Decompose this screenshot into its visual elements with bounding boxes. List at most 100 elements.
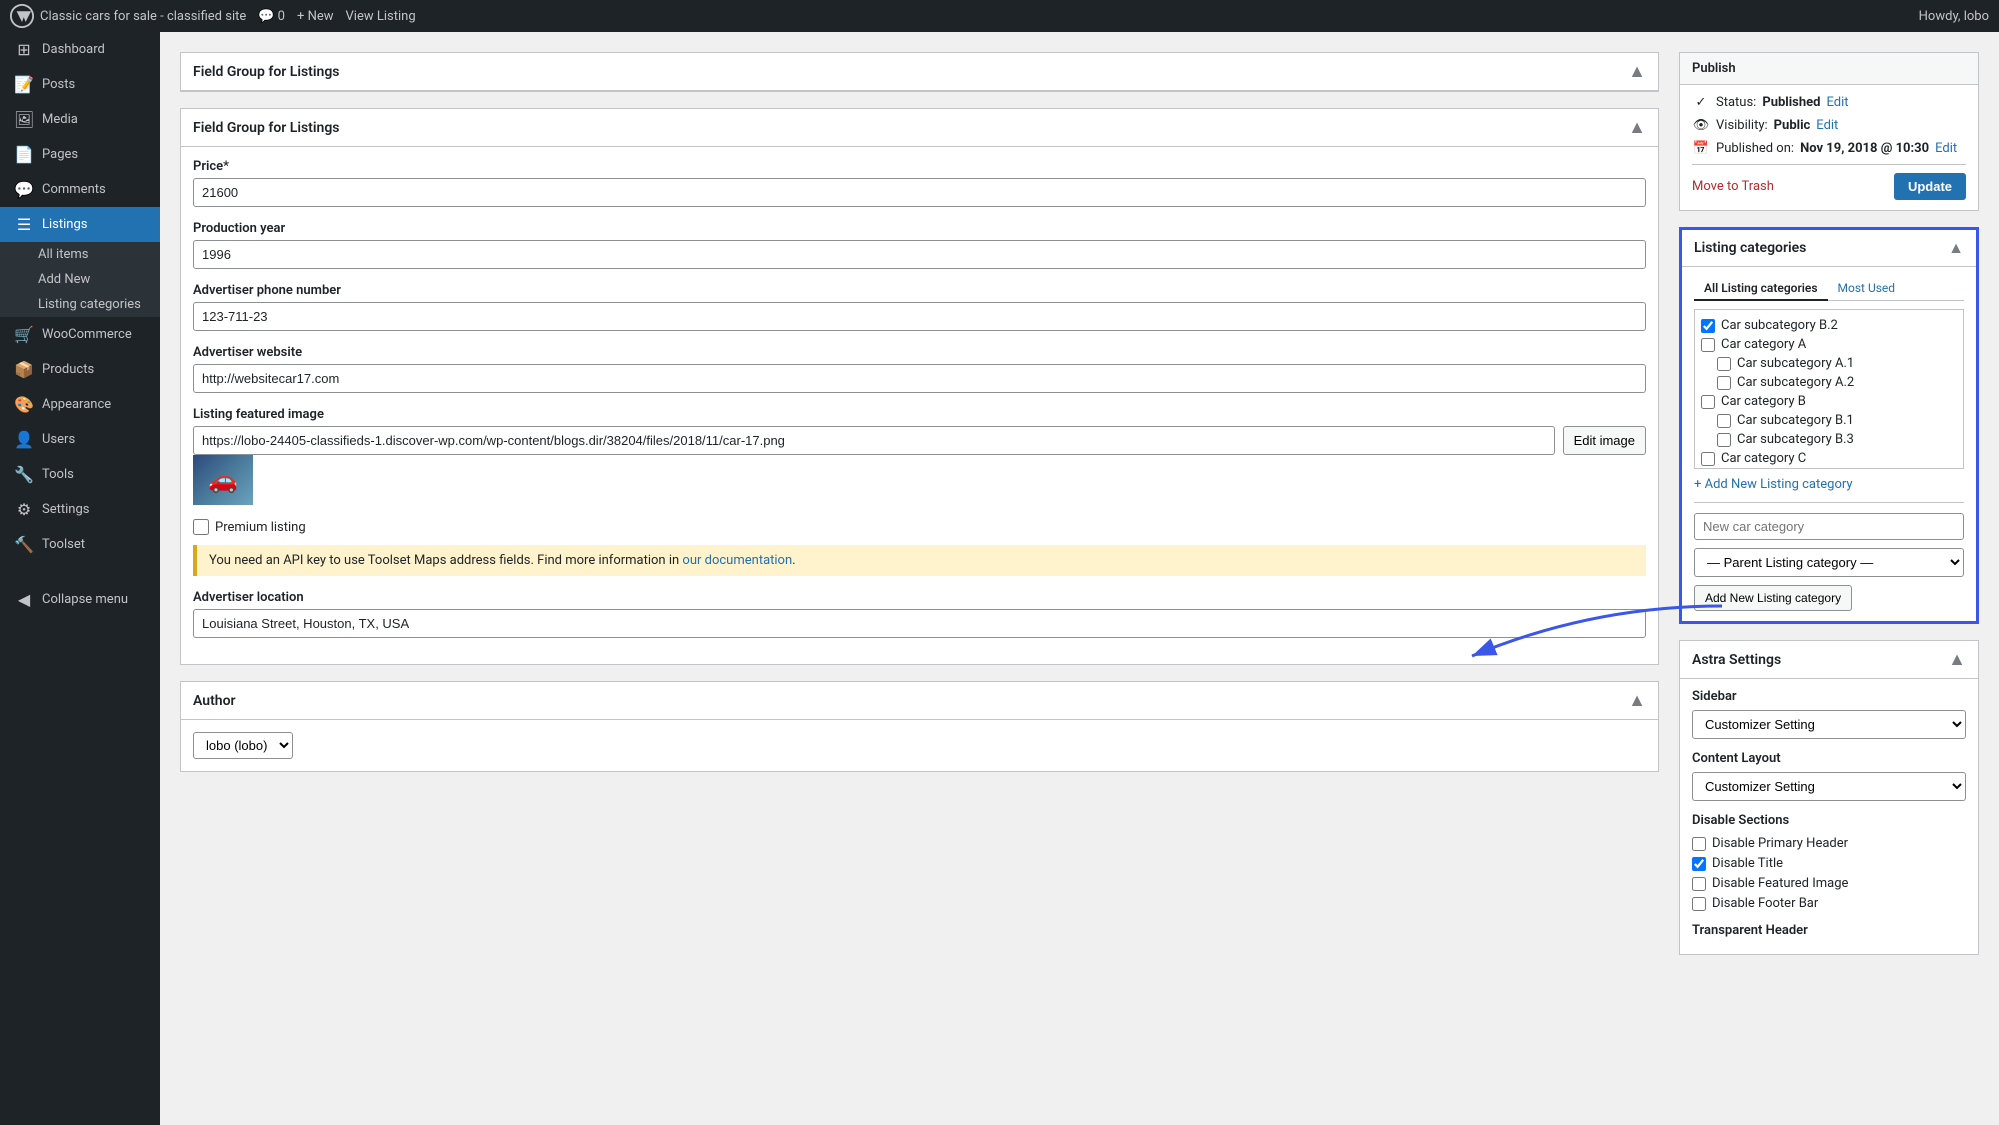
sidebar-item-dashboard[interactable]: ⊞ Dashboard xyxy=(0,32,160,67)
sidebar-item-collapse[interactable]: ◀ Collapse menu xyxy=(0,582,160,617)
edit-image-button[interactable]: Edit image xyxy=(1563,426,1646,455)
astra-settings-body: Sidebar Customizer Setting Content Layou… xyxy=(1680,679,1978,954)
dashboard-icon: ⊞ xyxy=(14,40,34,59)
cat-checkbox-sub-b2[interactable] xyxy=(1701,319,1715,333)
disable-title-checkbox[interactable] xyxy=(1692,857,1706,871)
add-category-form: — Parent Listing category — Add New List… xyxy=(1694,502,1964,611)
author-select[interactable]: lobo (lobo) xyxy=(193,732,293,759)
visibility-value: Public xyxy=(1774,118,1811,133)
collapse-icon: ◀ xyxy=(14,590,34,609)
move-to-trash-button[interactable]: Move to Trash xyxy=(1692,179,1774,194)
field-group-header[interactable]: Field Group for Listings ▲ xyxy=(181,109,1658,147)
publish-box-header: Publish xyxy=(1680,53,1978,85)
car-image-preview xyxy=(193,455,253,505)
field-group-header-top[interactable]: Field Group for Listings ▲ xyxy=(181,53,1658,91)
disable-featured-image-checkbox[interactable] xyxy=(1692,877,1706,891)
view-listing-link[interactable]: View Listing xyxy=(346,9,416,24)
location-field: Advertiser location xyxy=(193,590,1646,638)
comments-icon: 💬 xyxy=(14,180,34,199)
cat-checkbox-sub-a2[interactable] xyxy=(1717,376,1731,390)
disable-primary-header-checkbox[interactable] xyxy=(1692,837,1706,851)
sidebar-select[interactable]: Customizer Setting xyxy=(1692,710,1966,739)
field-group-toggle-top[interactable]: ▲ xyxy=(1628,61,1646,82)
published-edit-link[interactable]: Edit xyxy=(1935,141,1957,156)
sidebar-item-appearance[interactable]: 🎨 Appearance xyxy=(0,387,160,422)
cat-label-cat-c: Car category C xyxy=(1721,451,1806,466)
sidebar-item-listings: ☰ Listings All items Add New Listing cat… xyxy=(0,207,160,317)
submenu-add-new[interactable]: Add New xyxy=(0,267,160,292)
sidebar-item-products[interactable]: 📦 Products xyxy=(0,352,160,387)
publish-actions: Move to Trash Update xyxy=(1692,164,1966,200)
astra-toggle[interactable]: ▲ xyxy=(1948,649,1966,670)
tab-most-used[interactable]: Most Used xyxy=(1828,277,1906,301)
visibility-row: 👁 Visibility: Public Edit xyxy=(1692,118,1966,133)
settings-icon: ⚙ xyxy=(14,500,34,519)
cat-item-cat-c: Car category C xyxy=(1701,449,1957,468)
sidebar-item-posts[interactable]: 📝 Posts xyxy=(0,67,160,102)
author-title: Author xyxy=(193,693,236,709)
author-toggle[interactable]: ▲ xyxy=(1628,690,1646,711)
comments-count[interactable]: 💬 0 xyxy=(258,9,285,24)
sidebar-item-toolset[interactable]: 🔨 Toolset xyxy=(0,527,160,562)
sidebar-item-media[interactable]: 🖼 Media xyxy=(0,102,160,137)
disable-primary-header-row: Disable Primary Header xyxy=(1692,836,1966,851)
site-name[interactable]: Classic cars for sale - classified site xyxy=(40,9,246,24)
premium-checkbox[interactable] xyxy=(193,519,209,535)
category-tabs: All Listing categories Most Used xyxy=(1694,277,1964,301)
add-new-listing-category-button[interactable]: Add New Listing category xyxy=(1694,585,1852,611)
cat-label-sub-b1: Car subcategory B.1 xyxy=(1737,413,1854,428)
listing-categories-header[interactable]: Listing categories ▲ xyxy=(1682,230,1976,267)
submenu-all-items[interactable]: All items xyxy=(0,242,160,267)
cat-checkbox-cat-c[interactable] xyxy=(1701,452,1715,466)
cat-checkbox-cat-a[interactable] xyxy=(1701,338,1715,352)
sidebar-item-comments[interactable]: 💬 Comments xyxy=(0,172,160,207)
cat-checkbox-sub-a1[interactable] xyxy=(1717,357,1731,371)
update-button[interactable]: Update xyxy=(1894,173,1966,200)
sidebar-label-products: Products xyxy=(42,362,94,377)
website-label: Advertiser website xyxy=(193,345,1646,360)
sidebar-label-pages: Pages xyxy=(42,147,78,162)
phone-input[interactable] xyxy=(193,302,1646,331)
disable-footer-bar-checkbox[interactable] xyxy=(1692,897,1706,911)
new-button[interactable]: + New xyxy=(297,9,334,24)
products-icon: 📦 xyxy=(14,360,34,379)
website-field: Advertiser website xyxy=(193,345,1646,393)
notice-link[interactable]: our documentation xyxy=(682,553,792,568)
author-header[interactable]: Author ▲ xyxy=(181,682,1658,720)
featured-image-input[interactable] xyxy=(193,426,1555,455)
production-year-input[interactable] xyxy=(193,240,1646,269)
sidebar-item-tools[interactable]: 🔧 Tools xyxy=(0,457,160,492)
field-group-toggle[interactable]: ▲ xyxy=(1628,117,1646,138)
sidebar-item-settings[interactable]: ⚙ Settings xyxy=(0,492,160,527)
cat-checkbox-cat-b[interactable] xyxy=(1701,395,1715,409)
new-category-input[interactable] xyxy=(1694,513,1964,540)
visibility-edit-link[interactable]: Edit xyxy=(1816,118,1838,133)
disable-primary-header-label: Disable Primary Header xyxy=(1712,836,1848,851)
status-edit-link[interactable]: Edit xyxy=(1826,95,1848,110)
tools-icon: 🔧 xyxy=(14,465,34,484)
sidebar-item-pages[interactable]: 📄 Pages xyxy=(0,137,160,172)
cat-checkbox-sub-b3[interactable] xyxy=(1717,433,1731,447)
content-layout-select[interactable]: Customizer Setting xyxy=(1692,772,1966,801)
submenu-listing-categories[interactable]: Listing categories xyxy=(0,292,160,317)
sidebar-listings-top[interactable]: ☰ Listings xyxy=(0,207,160,242)
pages-icon: 📄 xyxy=(14,145,34,164)
listing-categories-toggle[interactable]: ▲ xyxy=(1948,238,1964,258)
price-input[interactable] xyxy=(193,178,1646,207)
cat-checkbox-sub-b1[interactable] xyxy=(1717,414,1731,428)
sidebar-label-appearance: Appearance xyxy=(42,397,111,412)
sidebar-item-users[interactable]: 👤 Users xyxy=(0,422,160,457)
tab-all-categories[interactable]: All Listing categories xyxy=(1694,277,1828,301)
website-input[interactable] xyxy=(193,364,1646,393)
sidebar-item-woocommerce[interactable]: 🛒 WooCommerce xyxy=(0,317,160,352)
phone-label: Advertiser phone number xyxy=(193,283,1646,298)
sidebar-label-settings: Settings xyxy=(42,502,89,517)
location-input[interactable] xyxy=(193,609,1646,638)
cat-item-sub-b3: Car subcategory B.3 xyxy=(1701,430,1957,449)
astra-settings-header[interactable]: Astra Settings ▲ xyxy=(1680,641,1978,679)
sidebar-label-comments: Comments xyxy=(42,182,106,197)
add-new-category-link[interactable]: + Add New Listing category xyxy=(1694,477,1964,492)
cat-label-cat-a: Car category A xyxy=(1721,337,1806,352)
parent-category-select[interactable]: — Parent Listing category — xyxy=(1694,548,1964,577)
status-label: Status: xyxy=(1716,95,1756,110)
